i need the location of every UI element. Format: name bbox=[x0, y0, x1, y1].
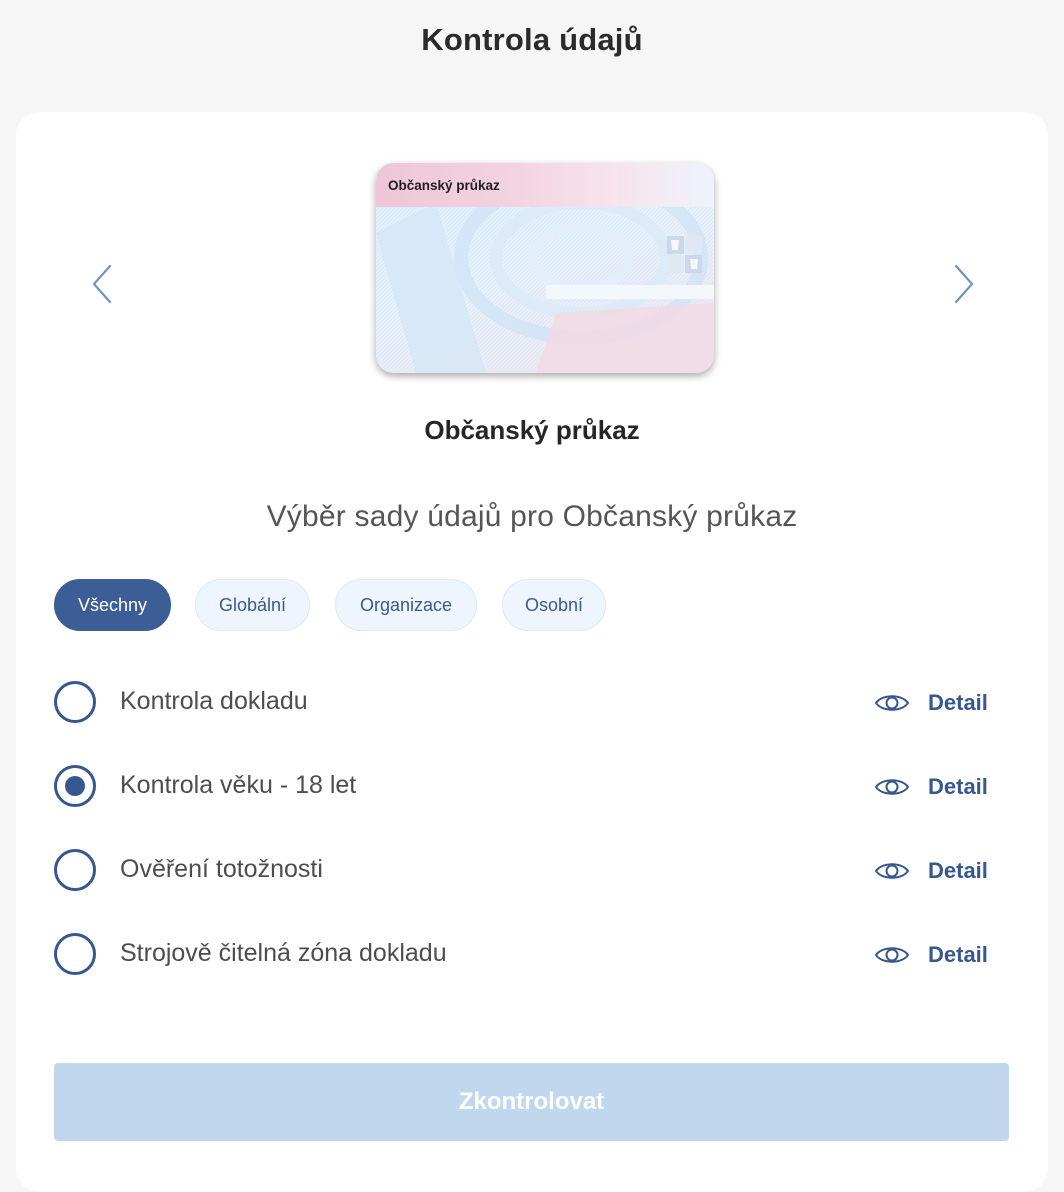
filter-chip-organization[interactable]: Organizace bbox=[335, 579, 477, 631]
id-card-image[interactable]: Občanský průkaz bbox=[376, 163, 714, 373]
radio-button-selected[interactable] bbox=[54, 765, 96, 807]
carousel-prev-button[interactable] bbox=[88, 258, 118, 310]
carousel-next-button[interactable] bbox=[948, 258, 978, 310]
eye-icon bbox=[874, 863, 910, 879]
option-row[interactable]: Kontrola věku - 18 let Detail bbox=[54, 765, 994, 809]
detail-label: Detail bbox=[928, 774, 988, 799]
detail-label: Detail bbox=[928, 858, 988, 883]
chevron-left-icon bbox=[92, 264, 112, 304]
option-row[interactable]: Strojově čitelná zóna dokladu Detail bbox=[54, 933, 994, 977]
detail-link[interactable]: Detail bbox=[874, 853, 988, 889]
option-label: Strojově čitelná zóna dokladu bbox=[120, 939, 447, 967]
czech-coat-of-arms-icon bbox=[667, 236, 702, 273]
option-row[interactable]: Kontrola dokladu Detail bbox=[54, 681, 994, 725]
eye-icon bbox=[874, 779, 910, 795]
detail-label: Detail bbox=[928, 690, 988, 715]
detail-label: Detail bbox=[928, 942, 988, 967]
detail-link[interactable]: Detail bbox=[874, 937, 988, 973]
filter-chip-all[interactable]: Všechny bbox=[54, 579, 171, 631]
document-name: Občanský průkaz bbox=[424, 415, 640, 445]
detail-link[interactable]: Detail bbox=[874, 769, 988, 805]
radio-button[interactable] bbox=[54, 681, 96, 723]
filter-chip-global[interactable]: Globální bbox=[195, 579, 310, 631]
radio-button[interactable] bbox=[54, 849, 96, 891]
option-label: Kontrola dokladu bbox=[120, 687, 308, 715]
submit-button[interactable]: Zkontrolovat bbox=[54, 1063, 1009, 1141]
eye-icon bbox=[874, 695, 910, 711]
option-row[interactable]: Ověření totožnosti Detail bbox=[54, 849, 994, 893]
eye-icon bbox=[874, 947, 910, 963]
section-title: Výběr sady údajů pro Občanský průkaz bbox=[266, 500, 798, 533]
card-label: Občanský průkaz bbox=[388, 178, 500, 193]
radio-button[interactable] bbox=[54, 933, 96, 975]
chevron-right-icon bbox=[954, 264, 974, 304]
filter-chip-personal[interactable]: Osobní bbox=[502, 579, 606, 631]
option-label: Kontrola věku - 18 let bbox=[120, 771, 357, 799]
option-label: Ověření totožnosti bbox=[120, 855, 323, 883]
page-title: Kontrola údajů bbox=[421, 22, 643, 57]
detail-link[interactable]: Detail bbox=[874, 685, 988, 721]
